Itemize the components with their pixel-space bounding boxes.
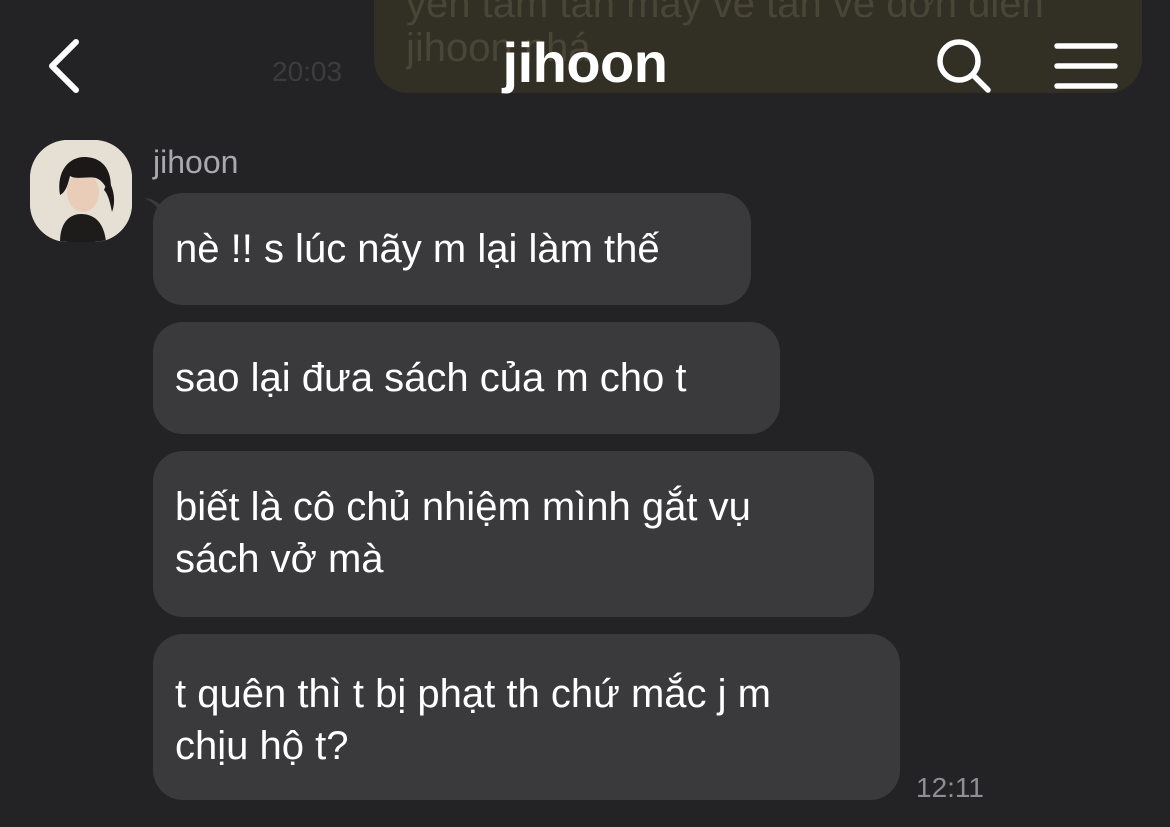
search-button[interactable] — [932, 34, 998, 100]
message-bubble[interactable]: t quên thì t bị phạt th chứ mắc j m chịu… — [153, 634, 900, 800]
search-icon — [937, 39, 991, 93]
message-timestamp: 12:11 — [916, 772, 984, 803]
message-bubble[interactable]: biết là cô chủ nhiệm mình gắt vụ sách vở… — [153, 451, 874, 617]
chat-header: jihoon — [0, 0, 1170, 130]
message-text: t quên thì t bị phạt th chứ mắc j m — [175, 672, 771, 716]
message-text: sao lại đưa sách của m cho t — [175, 356, 687, 400]
message-text: biết là cô chủ nhiệm mình gắt vụ — [175, 485, 751, 529]
message-bubble[interactable]: nè !! s lúc nãy m lại làm thế — [153, 193, 751, 305]
message-text: sách vở mà — [175, 537, 384, 581]
sender-avatar[interactable] — [30, 140, 132, 242]
hamburger-menu-icon — [1054, 43, 1118, 89]
sender-name: jihoon — [153, 144, 239, 180]
message-bubble[interactable]: sao lại đưa sách của m cho t — [153, 322, 780, 434]
message-text: chịu hộ t? — [175, 724, 349, 768]
message-text: nè !! s lúc nãy m lại làm thế — [175, 227, 660, 271]
menu-button[interactable] — [1054, 40, 1118, 92]
profile-photo-icon — [30, 140, 132, 242]
